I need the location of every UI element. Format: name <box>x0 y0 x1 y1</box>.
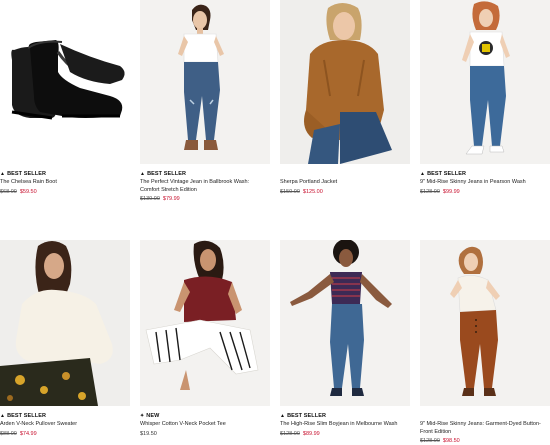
sale-price: $98.50 <box>442 438 460 444</box>
original-price: $68.00 <box>0 188 17 195</box>
product-price: $130.00 $79.99 <box>140 195 270 203</box>
best-seller-badge: ▲ BEST SELLER <box>0 413 47 419</box>
original-price: $128.00 <box>420 188 440 195</box>
product-card[interactable]: ▲ BEST SELLER The Perfect Vintage Jean in… <box>140 0 270 240</box>
sale-price: $59.50 <box>19 188 37 195</box>
product-card[interactable]: ▲ BEST SELLER The Chelsea Rain Boot $68.0… <box>0 0 130 240</box>
best-seller-badge: ▲ BEST SELLER <box>140 171 187 177</box>
sale-price: $79.99 <box>162 196 180 202</box>
product-price: $128.00 $99.99 <box>420 188 550 196</box>
model-photo <box>280 240 410 406</box>
product-card[interactable]: 9" Mid-Rise Skinny Jeans: Garment-Dyed B… <box>420 240 550 444</box>
rain-boot-image <box>11 40 125 120</box>
product-name[interactable]: The Perfect Vintage Jean in Ballbrook Wa… <box>140 179 270 194</box>
model-photo <box>0 240 130 406</box>
product-card[interactable]: ▲ BEST SELLER The High-Rise Slim Boyjean … <box>280 240 410 437</box>
product-grid: ▲ BEST SELLER The Chelsea Rain Boot $68.0… <box>0 0 550 444</box>
product-image[interactable] <box>140 0 270 164</box>
product-card[interactable]: ▲ BEST SELLER 9" Mid-Rise Skinny Jeans in… <box>420 0 550 240</box>
star-icon: ▲ <box>0 413 6 419</box>
original-price: $150.00 <box>280 188 300 195</box>
star-icon: ▲ <box>280 413 286 419</box>
model-photo <box>420 0 550 164</box>
product-image[interactable] <box>140 240 270 406</box>
product-image[interactable] <box>420 240 550 406</box>
best-seller-badge: ▲ BEST SELLER <box>420 171 467 177</box>
product-price: $128.00 $98.50 <box>420 437 550 445</box>
model-photo <box>140 240 270 406</box>
product-price: $150.00 $125.00 <box>280 188 410 196</box>
product-name[interactable]: Sherpa Portland Jacket <box>280 179 410 187</box>
star-icon: ▲ <box>420 171 426 177</box>
product-name[interactable]: The High-Rise Slim Boyjean in Melbourne … <box>280 421 410 429</box>
sale-price: $125.00 <box>302 188 323 195</box>
star-icon: ▲ <box>0 171 6 177</box>
star-icon: ▲ <box>140 171 146 177</box>
product-image[interactable] <box>0 0 130 164</box>
original-price: $130.00 <box>140 196 160 202</box>
best-seller-badge: ▲ BEST SELLER <box>280 413 327 419</box>
best-seller-badge: ▲ BEST SELLER <box>0 171 47 177</box>
product-image[interactable] <box>420 0 550 164</box>
product-card[interactable]: ▲ BEST SELLER Arden V-Neck Pullover Sweat… <box>0 240 130 437</box>
new-badge: ✦ NEW <box>140 413 160 419</box>
model-photo <box>140 0 270 164</box>
original-price: $128.00 <box>420 438 440 444</box>
sparkle-icon: ✦ <box>140 413 145 419</box>
product-card[interactable]: Sherpa Portland Jacket $150.00 $125.00 <box>280 0 410 240</box>
product-name[interactable]: Whisper Cotton V-Neck Pocket Tee <box>140 421 270 429</box>
sale-price: $99.99 <box>442 188 460 195</box>
model-photo <box>280 0 410 164</box>
product-image[interactable] <box>280 0 410 164</box>
product-card[interactable]: ✦ NEW Whisper Cotton V-Neck Pocket Tee $1… <box>140 240 270 437</box>
product-name[interactable]: 9" Mid-Rise Skinny Jeans in Pearson Wash <box>420 179 550 187</box>
product-name[interactable]: The Chelsea Rain Boot <box>0 179 130 187</box>
model-photo <box>420 240 550 406</box>
product-price: $68.00 $59.50 <box>0 188 130 196</box>
product-image[interactable] <box>0 240 130 406</box>
product-name[interactable]: Arden V-Neck Pullover Sweater <box>0 421 130 429</box>
product-image[interactable] <box>280 240 410 406</box>
